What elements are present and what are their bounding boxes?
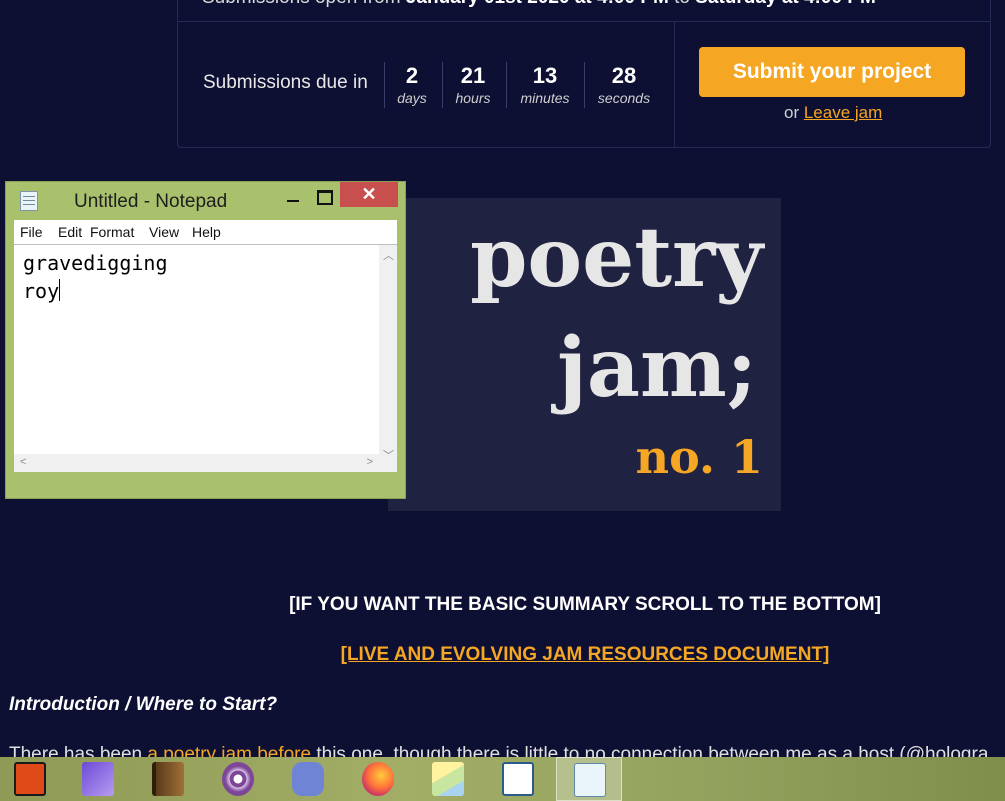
menu-format[interactable]: Format [90, 224, 134, 240]
panel-divider [178, 21, 990, 22]
writer-document-icon [502, 762, 534, 796]
submit-project-button[interactable]: Submit your project [699, 47, 965, 97]
countdown-value: 28 [611, 63, 637, 88]
leave-jam-link[interactable]: Leave jam [804, 103, 882, 122]
menu-help[interactable]: Help [192, 224, 221, 240]
taskbar-button-firefox[interactable] [348, 757, 406, 801]
cover-subtitle: no. 1 [635, 430, 763, 484]
countdown-unit: days [397, 90, 427, 106]
pen-editor-icon [82, 762, 114, 796]
taskbar-button-writer[interactable] [488, 757, 546, 801]
notepad-icon [574, 763, 606, 797]
countdown-days: 2 days [392, 62, 432, 106]
countdown-minutes: 13 minutes [516, 62, 574, 106]
countdown-value: 2 [405, 63, 419, 88]
menu-bar: File Edit Format View Help [14, 220, 397, 244]
text-caret [59, 279, 61, 301]
taskbar-button-notepad[interactable] [556, 757, 622, 801]
text-line: gravedigging [23, 251, 168, 275]
taskbar-button-sticky-notes[interactable] [418, 757, 476, 801]
text-editor-area[interactable]: gravedigging roy ︿ ﹀ < > [14, 244, 397, 472]
countdown-hours: 21 hours [451, 62, 495, 106]
vertical-scrollbar[interactable]: ︿ ﹀ [379, 245, 397, 467]
minimize-button[interactable] [282, 186, 304, 208]
countdown-unit: minutes [520, 90, 570, 106]
scroll-up-icon[interactable]: ︿ [383, 247, 394, 263]
due-label: Submissions due in [203, 72, 368, 93]
jam-cover-image: poetry jam; no. 1 [388, 198, 781, 511]
scroll-right-icon[interactable]: > [367, 456, 373, 468]
leave-jam-row: or Leave jam [784, 103, 883, 122]
menu-edit[interactable]: Edit [58, 224, 82, 240]
discord-icon [292, 762, 324, 796]
tor-browser-icon [222, 762, 254, 796]
horizontal-scrollbar[interactable]: < > [14, 454, 379, 472]
close-icon: ✕ [361, 184, 377, 204]
taskbar-button-tor[interactable] [208, 757, 266, 801]
book-icon [152, 762, 184, 796]
menu-view[interactable]: View [149, 224, 179, 240]
countdown-unit: seconds [597, 90, 651, 106]
editor-text: gravedigging roy [23, 249, 168, 305]
countdown-seconds: 28 seconds [594, 62, 654, 106]
countdown-separator [384, 62, 385, 108]
maximize-button[interactable] [313, 186, 335, 208]
firefox-icon [362, 762, 394, 796]
panel-vertical-divider [674, 22, 675, 147]
notepad-window[interactable]: Untitled - Notepad ✕ File Edit Format Vi… [5, 181, 406, 499]
taskbar [0, 757, 1005, 801]
taskbar-button-pen-editor[interactable] [68, 757, 126, 801]
scroll-left-icon[interactable]: < [20, 456, 26, 468]
resize-grip-icon[interactable] [379, 454, 397, 472]
countdown-value: 21 [460, 63, 486, 88]
countdown-value: 13 [532, 63, 558, 88]
taskbar-button-discord[interactable] [278, 757, 336, 801]
sticky-notes-icon [432, 762, 464, 796]
intro-heading: Introduction / Where to Start? [9, 694, 278, 715]
summary-note: [IF YOU WANT THE BASIC SUMMARY SCROLL TO… [289, 594, 881, 615]
countdown-unit: hours [455, 90, 491, 106]
menu-file[interactable]: File [20, 224, 43, 240]
countdown-separator [584, 62, 585, 108]
countdown-separator [506, 62, 507, 108]
text-line: roy [23, 279, 60, 303]
close-button[interactable]: ✕ [340, 182, 398, 207]
cover-title-line1: poetry [470, 210, 763, 306]
window-title: Untitled - Notepad [74, 191, 228, 212]
resources-document-link[interactable]: [LIVE AND EVOLVING JAM RESOURCES DOCUMEN… [0, 644, 1005, 666]
notepad-app-icon [20, 191, 38, 211]
countdown-separator [442, 62, 443, 108]
taskbar-button-launcher[interactable] [0, 757, 58, 801]
cover-title-line2: jam; [557, 320, 757, 416]
taskbar-button-book[interactable] [138, 757, 196, 801]
app-launcher-icon [14, 762, 46, 796]
